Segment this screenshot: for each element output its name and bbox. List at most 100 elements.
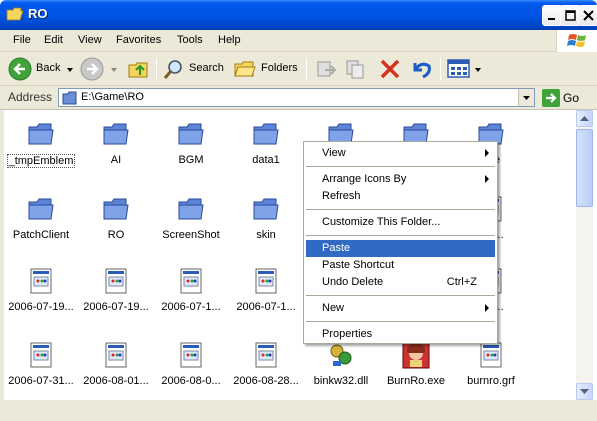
menu-view[interactable]: View xyxy=(78,34,102,46)
scroll-up-button[interactable] xyxy=(576,110,593,127)
search-button[interactable]: Search xyxy=(162,56,228,82)
file-item[interactable]: RO xyxy=(78,189,154,251)
move-to-button[interactable] xyxy=(314,56,338,82)
file-item[interactable]: 2006-07-31... xyxy=(3,335,79,397)
chevron-down-icon[interactable] xyxy=(110,66,118,74)
file-item[interactable]: 2006-08-0... xyxy=(153,335,229,397)
file-item[interactable]: ScreenShot xyxy=(153,189,229,251)
file-item-label: 2006-07-19... xyxy=(83,301,149,313)
windows-logo xyxy=(556,30,597,52)
ctx-arrange-label: Arrange Icons By xyxy=(322,173,407,185)
arrow-up-icon xyxy=(580,116,589,121)
copy-to-icon xyxy=(346,60,364,79)
ctx-paste-label: Paste xyxy=(322,242,351,254)
dll-file-icon xyxy=(327,341,355,369)
file-item[interactable]: _tmpEmblem xyxy=(3,114,79,176)
image-file-icon xyxy=(477,341,505,369)
menu-separator xyxy=(306,209,495,210)
file-item[interactable]: burnro.grf xyxy=(453,335,529,397)
file-item[interactable]: binkw32.dll xyxy=(303,335,379,397)
image-file-icon xyxy=(252,341,280,369)
menu-bar: File Edit View Favorites Tools Help xyxy=(0,30,597,52)
up-folder-icon xyxy=(128,62,148,78)
file-item[interactable]: BGM xyxy=(153,114,229,176)
go-button[interactable]: Go xyxy=(541,88,593,108)
delete-button[interactable] xyxy=(378,56,402,82)
menu-favorites[interactable]: Favorites xyxy=(116,34,161,46)
status-area xyxy=(0,400,597,421)
menu-file[interactable]: File xyxy=(13,34,31,46)
folder-icon xyxy=(177,195,205,223)
file-item[interactable]: 2006-07-1... xyxy=(153,261,229,323)
menu-help[interactable]: Help xyxy=(218,34,241,46)
menu-separator xyxy=(306,235,495,236)
folders-label: Folders xyxy=(261,62,298,74)
address-dropdown-button[interactable] xyxy=(518,89,534,106)
toolbar-separator xyxy=(306,58,307,80)
title-bar[interactable]: RO xyxy=(0,0,597,30)
submenu-arrow-icon xyxy=(485,175,489,183)
close-button[interactable] xyxy=(578,5,597,26)
search-label: Search xyxy=(189,62,224,74)
folder-icon xyxy=(27,120,55,148)
minimize-icon xyxy=(548,18,555,20)
file-item[interactable]: 2006-07-19... xyxy=(78,261,154,323)
toolbar-separator xyxy=(440,58,441,80)
back-button[interactable]: Back xyxy=(6,56,76,82)
ctx-paste-shortcut[interactable]: Paste Shortcut xyxy=(306,257,495,274)
ctx-customize-folder[interactable]: Customize This Folder... xyxy=(306,214,495,231)
file-item-label: _tmpEmblem xyxy=(7,154,75,168)
ctx-arrange-icons[interactable]: Arrange Icons By xyxy=(306,171,495,188)
file-item-label: AI xyxy=(110,154,122,166)
folder-icon xyxy=(252,120,280,148)
forward-button[interactable] xyxy=(80,56,120,82)
delete-icon xyxy=(380,59,400,79)
ctx-refresh[interactable]: Refresh xyxy=(306,188,495,205)
file-item[interactable]: skin xyxy=(228,189,304,251)
scrollbar-thumb[interactable] xyxy=(576,129,593,207)
folders-button[interactable]: Folders xyxy=(234,56,300,82)
address-input[interactable]: E:\Game\RO xyxy=(58,88,535,107)
views-button[interactable] xyxy=(446,56,484,82)
file-item[interactable]: BurnRo.exe xyxy=(378,335,454,397)
undo-button[interactable] xyxy=(408,56,434,82)
ctx-properties[interactable]: Properties xyxy=(306,326,495,343)
ctx-view[interactable]: View xyxy=(306,145,495,162)
close-icon xyxy=(583,10,594,21)
menu-edit[interactable]: Edit xyxy=(44,34,63,46)
file-item-label: skin xyxy=(256,229,276,241)
file-item[interactable]: data1 xyxy=(228,114,304,176)
chevron-down-icon[interactable] xyxy=(66,66,74,74)
up-folder-button[interactable] xyxy=(126,56,152,82)
image-file-icon xyxy=(177,341,205,369)
windows-flag-icon xyxy=(567,34,586,47)
back-arrow-icon xyxy=(8,57,32,81)
image-file-icon xyxy=(102,267,130,295)
folder-icon xyxy=(27,195,55,223)
file-item[interactable]: 2006-08-28... xyxy=(228,335,304,397)
copy-to-button[interactable] xyxy=(344,56,368,82)
menu-separator xyxy=(306,166,495,167)
file-item-label: burnro.grf xyxy=(467,375,515,387)
file-item-label: BGM xyxy=(178,154,204,166)
image-file-icon xyxy=(102,341,130,369)
file-item-label: 2006-08-01... xyxy=(83,375,149,387)
scroll-down-button[interactable] xyxy=(576,383,593,400)
chevron-down-icon[interactable] xyxy=(474,66,482,74)
file-item[interactable]: AI xyxy=(78,114,154,176)
ctx-undo-delete[interactable]: Undo Delete Ctrl+Z xyxy=(306,274,495,291)
file-item[interactable]: 2006-08-01... xyxy=(78,335,154,397)
vertical-scrollbar[interactable] xyxy=(576,110,593,400)
file-item[interactable]: PatchClient xyxy=(3,189,79,251)
ctx-new[interactable]: New xyxy=(306,300,495,317)
file-item-label: binkw32.dll xyxy=(313,375,369,387)
file-item-label: RO xyxy=(107,229,125,241)
menu-tools[interactable]: Tools xyxy=(177,34,203,46)
ctx-paste[interactable]: Paste xyxy=(306,240,495,257)
folders-icon xyxy=(234,61,256,77)
image-file-icon xyxy=(177,267,205,295)
file-item[interactable]: 2006-07-1... xyxy=(228,261,304,323)
maximize-icon xyxy=(565,10,576,21)
file-item-label: 2006-07-31... xyxy=(8,375,74,387)
file-item[interactable]: 2006-07-19... xyxy=(3,261,79,323)
